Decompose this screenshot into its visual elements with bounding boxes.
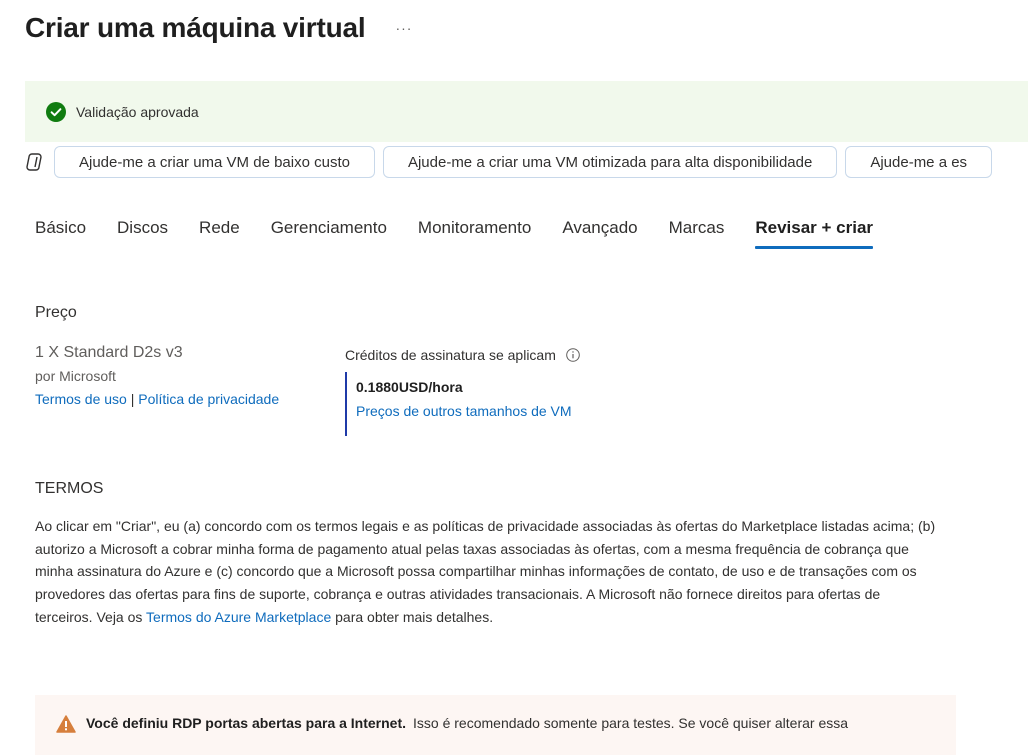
tab-basico[interactable]: Básico	[35, 215, 86, 249]
azure-marketplace-terms-link[interactable]: Termos do Azure Marketplace	[146, 609, 331, 625]
warning-icon	[56, 715, 76, 733]
suggestion-high-availability-button[interactable]: Ajude-me a criar uma VM otimizada para a…	[382, 146, 838, 178]
product-links: Termos de uso | Política de privacidade	[35, 391, 325, 407]
suggestion-low-cost-button[interactable]: Ajude-me a criar uma VM de baixo custo	[54, 146, 375, 178]
terms-section-title: TERMOS	[35, 480, 104, 497]
info-icon[interactable]	[566, 348, 580, 362]
terms-body: Ao clicar em "Criar", eu (a) concordo co…	[35, 515, 940, 629]
more-options-button[interactable]: ···	[395, 20, 412, 36]
link-separator: |	[130, 391, 135, 407]
rdp-warning-banner: Você definiu RDP portas abertas para a I…	[35, 695, 956, 755]
tab-monitoramento[interactable]: Monitoramento	[418, 215, 531, 249]
tab-revisar-criar[interactable]: Revisar + criar	[755, 215, 873, 249]
price-box: 0.1880USD/hora Preços de outros tamanhos…	[345, 372, 580, 436]
tab-discos[interactable]: Discos	[117, 215, 168, 249]
tab-marcas[interactable]: Marcas	[669, 215, 725, 249]
tab-avancado[interactable]: Avançado	[562, 215, 637, 249]
credits-label: Créditos de assinatura se aplicam	[345, 347, 556, 363]
tab-gerenciamento[interactable]: Gerenciamento	[271, 215, 387, 249]
wizard-tabs: Básico Discos Rede Gerenciamento Monitor…	[35, 215, 904, 251]
terms-body-text-end: para obter mais detalhes.	[331, 608, 494, 625]
validation-message: Validação aprovada	[76, 103, 199, 120]
page-title: Criar uma máquina virtual	[25, 12, 366, 43]
suggestion-third-button[interactable]: Ajude-me a es	[845, 146, 993, 178]
warning-title: Você definiu RDP portas abertas para a I…	[86, 715, 407, 731]
validation-banner: Validação aprovada	[25, 81, 1028, 142]
terms-of-use-link[interactable]: Termos de uso	[35, 391, 127, 407]
copilot-suggestions: Ajude-me a criar uma VM de baixo custo A…	[25, 145, 1028, 179]
tab-rede[interactable]: Rede	[199, 215, 240, 249]
other-vm-sizes-pricing-link[interactable]: Preços de outros tamanhos de VM	[356, 403, 580, 419]
copilot-icon	[25, 151, 47, 173]
title-row: Criar uma máquina virtual ···	[25, 12, 412, 44]
hourly-price: 0.1880USD/hora	[356, 379, 463, 395]
product-name: 1 X Standard D2s v3	[35, 344, 183, 361]
price-details: Créditos de assinatura se aplicam 0.1880…	[345, 344, 580, 436]
price-section-title: Preço	[35, 304, 77, 321]
price-product-info: 1 X Standard D2s v3 por Microsoft Termos…	[35, 344, 325, 407]
credits-row: Créditos de assinatura se aplicam	[345, 344, 580, 366]
check-circle-icon	[46, 101, 66, 122]
privacy-policy-link[interactable]: Política de privacidade	[138, 391, 279, 407]
warning-message: Isso é recomendado somente para testes. …	[413, 715, 849, 731]
product-publisher: por Microsoft	[35, 368, 116, 384]
